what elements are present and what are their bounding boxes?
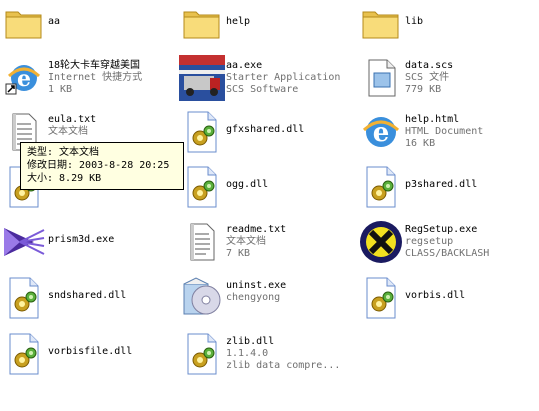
file-item-gfxshared-dll[interactable]: gfxshared.dll [178,108,356,162]
file-item-label: ogg.dll [226,179,356,191]
file-name: data.scs [405,60,454,71]
file-item-ogg-dll[interactable]: ogg.dll [178,163,356,217]
file-detail: regsetup [405,236,454,247]
file-name: vorbisfile.dll [48,346,133,357]
file-item-vorbisfile-dll[interactable]: vorbisfile.dll [0,330,178,384]
dll-icon [0,274,48,322]
file-name: zlib.dll [226,336,275,347]
file-detail: SCS 文件 [405,72,450,83]
file-name: uninst.exe [226,280,287,291]
file-item-aa-exe[interactable]: aa.exe Starter Application SCS Software [178,54,356,108]
file-name: gfxshared.dll [226,124,305,135]
file-name: lib [405,16,424,27]
file-detail: 1.1.4.0 [226,348,269,359]
truck-app-icon [178,54,226,102]
dll-icon [0,330,48,378]
file-item-18lun[interactable]: e 18轮大卡车穿越美国 Internet 快捷方式 1 KB [0,54,178,108]
file-item-label: p3shared.dll [405,179,535,191]
uninstall-app-icon [178,274,226,322]
file-item-zlib-dll[interactable]: zlib.dll 1.1.4.0 zlib data compre... [178,330,356,384]
file-item-p3shared-dll[interactable]: p3shared.dll [357,163,535,217]
file-detail: 7 KB [226,248,251,259]
html-document-icon: e [357,108,405,156]
file-detail: HTML Document [405,126,484,137]
tooltip-type: 类型: 文本文档 [27,147,100,158]
file-item-label: prism3d.exe [48,234,178,246]
file-detail: SCS Software [226,84,299,95]
text-file-icon [178,218,226,266]
file-detail: Starter Application [226,72,341,83]
file-name: RegSetup.exe [405,224,478,235]
file-item-vorbis-dll[interactable]: vorbis.dll [357,274,535,328]
file-item-sndshared-dll[interactable]: sndshared.dll [0,274,178,328]
file-name: aa.exe [226,60,263,71]
file-name: eula.txt [48,114,97,125]
file-item-help[interactable]: help [178,0,356,54]
file-item-prism3d-exe[interactable]: prism3d.exe [0,218,178,272]
file-detail: chengyong [226,292,281,303]
file-detail: CLASS/BACKLASH [405,248,490,259]
file-item-label: data.scs SCS 文件 779 KB [405,60,535,96]
file-name: 18轮大卡车穿越美国 [48,60,141,71]
file-name: help [226,16,251,27]
file-item-label: help.html HTML Document 16 KB [405,114,535,150]
file-item-label: vorbis.dll [405,290,535,302]
file-detail: 16 KB [405,138,436,149]
tooltip-date: 修改日期: 2003-8-28 20:25 [27,160,170,171]
tooltip-size: 大小: 8.29 KB [27,173,102,184]
file-item-label: readme.txt 文本文档 7 KB [226,224,356,260]
file-item-label: aa.exe Starter Application SCS Software [226,60,356,96]
dll-icon [357,163,405,211]
file-name: prism3d.exe [48,234,115,245]
folder-icon [357,0,405,48]
file-item-label: lib [405,16,535,28]
file-name: sndshared.dll [48,290,127,301]
folder-icon [178,0,226,48]
file-item-label: help [226,16,356,28]
file-item-label: gfxshared.dll [226,124,356,136]
prism-app-icon [0,218,48,266]
dll-icon [178,330,226,378]
file-item-lib[interactable]: lib [357,0,535,54]
file-item-label: zlib.dll 1.1.4.0 zlib data compre... [226,336,356,372]
file-item-label: RegSetup.exe regsetup CLASS/BACKLASH [405,224,535,260]
file-name: readme.txt [226,224,287,235]
file-item-label: eula.txt 文本文档 [48,114,178,138]
file-detail: zlib data compre... [226,360,341,371]
internet-shortcut-icon: e [0,54,48,102]
file-item-label: uninst.exe chengyong [226,280,356,304]
file-detail: Internet 快捷方式 [48,72,143,83]
dll-icon [178,108,226,156]
file-item-regsetup-exe[interactable]: RegSetup.exe regsetup CLASS/BACKLASH [357,218,535,272]
file-item-aa[interactable]: aa [0,0,178,54]
dll-icon [357,274,405,322]
regsetup-app-icon [357,218,405,266]
file-name: aa [48,16,61,27]
file-name: help.html [405,114,460,125]
file-detail: 文本文档 [226,236,266,247]
file-name: p3shared.dll [405,179,478,190]
file-item-readme-txt[interactable]: readme.txt 文本文档 7 KB [178,218,356,272]
file-name: vorbis.dll [405,290,466,301]
file-item-label: sndshared.dll [48,290,178,302]
file-item-label: vorbisfile.dll [48,346,178,358]
file-info-tooltip: 类型: 文本文档 修改日期: 2003-8-28 20:25 大小: 8.29 … [20,142,184,190]
file-name: ogg.dll [226,179,269,190]
file-item-help-html[interactable]: e help.html HTML Document 16 KB [357,108,535,162]
file-detail: 1 KB [48,84,73,95]
file-item-label: 18轮大卡车穿越美国 Internet 快捷方式 1 KB [48,60,178,96]
folder-icon [0,0,48,48]
dll-icon [178,163,226,211]
file-item-label: aa [48,16,178,28]
file-detail: 779 KB [405,84,442,95]
file-item-uninst-exe[interactable]: uninst.exe chengyong [178,274,356,328]
generic-file-icon [357,54,405,102]
file-item-data-scs[interactable]: data.scs SCS 文件 779 KB [357,54,535,108]
file-detail: 文本文档 [48,126,88,137]
